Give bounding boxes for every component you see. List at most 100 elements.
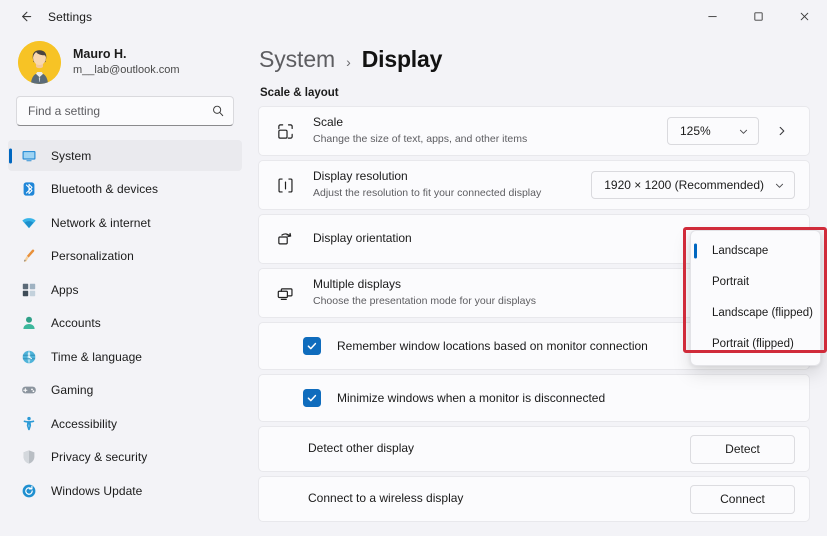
monitor-icon (20, 147, 38, 165)
person-icon (20, 314, 38, 332)
sidebar-item-apps[interactable]: Apps (8, 274, 242, 305)
sidebar-item-bluetooth-devices[interactable]: Bluetooth & devices (8, 174, 242, 205)
sidebar-item-label: System (51, 148, 92, 163)
resolution-dropdown[interactable]: 1920 × 1200 (Recommended) (591, 171, 795, 199)
title-bar: Settings (0, 0, 827, 33)
scale-dropdown[interactable]: 125% (667, 117, 759, 145)
maximize-icon (753, 11, 764, 22)
connect-button[interactable]: Connect (690, 484, 795, 514)
account-name: Mauro H. (73, 47, 127, 62)
row-title: Detect other display (308, 441, 415, 456)
detect-button[interactable]: Detect (690, 434, 795, 464)
row-minimize-windows[interactable]: Minimize windows when a monitor is disco… (259, 375, 809, 421)
row-subtitle: Change the size of text, apps, and other… (313, 132, 528, 145)
sidebar-item-accounts[interactable]: Accounts (8, 308, 242, 339)
sidebar-item-label: Gaming (51, 383, 94, 397)
back-button[interactable] (8, 4, 42, 30)
close-icon (799, 11, 810, 22)
sidebar-item-windows-update[interactable]: Windows Update (8, 475, 242, 506)
sidebar-item-privacy-security[interactable]: Privacy & security (8, 442, 242, 473)
orientation-option-label: Portrait (flipped) (712, 338, 794, 350)
sidebar-item-gaming[interactable]: Gaming (8, 375, 242, 406)
scale-expand-button[interactable] (769, 118, 795, 144)
row-subtitle: Adjust the resolution to fit your connec… (313, 186, 542, 199)
maximize-button[interactable] (735, 0, 781, 33)
checkbox-label: Minimize windows when a monitor is disco… (337, 391, 606, 405)
accessibility-icon (20, 415, 38, 433)
row-display-resolution[interactable]: Display resolution Adjust the resolution… (259, 161, 809, 209)
sidebar-item-label: Apps (51, 282, 79, 297)
breadcrumb-separator-icon: › (346, 54, 351, 70)
paintbrush-icon (20, 247, 38, 265)
account-email: m__lab@outlook.com (73, 63, 180, 76)
sidebar-item-network-internet[interactable]: Network & internet (8, 207, 242, 238)
chevron-right-icon (776, 125, 788, 137)
sidebar-item-label: Time & language (51, 349, 143, 364)
sidebar-nav: System Bluetooth & devices Network & int… (0, 140, 248, 509)
wifi-icon (20, 214, 38, 232)
sidebar-item-label: Personalization (51, 249, 134, 263)
sidebar-item-label: Bluetooth & devices (51, 182, 159, 196)
back-arrow-icon (18, 9, 33, 24)
multiple-displays-icon (274, 282, 296, 304)
sidebar: Mauro H. m__lab@outlook.com System (0, 33, 248, 536)
account-text: Mauro H. m__lab@outlook.com (73, 47, 180, 77)
section-heading-scale-layout: Scale & layout (260, 87, 339, 99)
bluetooth-icon (20, 180, 38, 198)
checkbox-remember-window-locations[interactable] (303, 337, 321, 355)
update-refresh-icon (20, 482, 38, 500)
rotate-orientation-icon (274, 228, 296, 250)
page-title: Display (361, 46, 443, 72)
chevron-down-icon (774, 180, 785, 191)
sidebar-item-label: Network & internet (51, 215, 151, 230)
window-controls (689, 0, 827, 33)
sidebar-item-label: Accounts (51, 316, 101, 330)
orientation-option-portrait[interactable]: Portrait (695, 267, 816, 297)
row-text: Connect to a wireless display (308, 491, 690, 507)
card-detect-other-display: Detect other display Detect (258, 426, 810, 472)
sidebar-item-accessibility[interactable]: Accessibility (8, 408, 242, 439)
sidebar-item-label: Accessibility (51, 416, 117, 431)
minimize-icon (707, 11, 718, 22)
sidebar-item-time-language[interactable]: Time & language (8, 341, 242, 372)
row-text: Display resolution Adjust the resolution… (313, 169, 591, 200)
window-title: Settings (48, 9, 93, 24)
orientation-option-label: Portrait (712, 276, 750, 288)
search-input[interactable] (16, 96, 234, 126)
minimize-button[interactable] (689, 0, 735, 33)
resolution-value: 1920 × 1200 (Recommended) (604, 178, 764, 192)
sidebar-item-label: Privacy & security (51, 450, 148, 464)
scale-value: 125% (680, 124, 711, 138)
chevron-down-icon (738, 126, 749, 137)
resolution-icon (274, 174, 296, 196)
sidebar-item-personalization[interactable]: Personalization (8, 241, 242, 272)
card-minimize-windows: Minimize windows when a monitor is disco… (258, 374, 810, 422)
row-text: Detect other display (308, 441, 690, 457)
clock-globe-icon (20, 348, 38, 366)
orientation-option-landscape-flipped[interactable]: Landscape (flipped) (695, 298, 816, 328)
sidebar-item-label: Windows Update (51, 483, 143, 498)
card-scale: Scale Change the size of text, apps, and… (258, 106, 810, 156)
apps-grid-icon (20, 281, 38, 299)
row-scale[interactable]: Scale Change the size of text, apps, and… (259, 107, 809, 155)
row-text: Scale Change the size of text, apps, and… (313, 115, 667, 146)
checkbox-label: Remember window locations based on monit… (337, 339, 648, 353)
orientation-dropdown-flyout: Landscape Portrait Landscape (flipped) P… (690, 230, 821, 366)
card-display-resolution: Display resolution Adjust the resolution… (258, 160, 810, 210)
row-title: Display resolution (313, 169, 408, 184)
orientation-option-label: Landscape (flipped) (712, 307, 814, 319)
shield-icon (20, 448, 38, 466)
settings-window: Settings Mauro H. m__lab@outlook.com Fin… (0, 0, 827, 536)
gamepad-icon (20, 381, 38, 399)
avatar (18, 41, 61, 84)
breadcrumb-parent[interactable]: System (259, 46, 335, 73)
row-connect-wireless-display: Connect to a wireless display Connect (259, 477, 809, 521)
orientation-option-label: Landscape (712, 245, 769, 257)
orientation-option-portrait-flipped[interactable]: Portrait (flipped) (695, 329, 816, 359)
sidebar-item-system[interactable]: System (8, 140, 242, 171)
checkbox-minimize-windows[interactable] (303, 389, 321, 407)
card-connect-wireless-display: Connect to a wireless display Connect (258, 476, 810, 522)
close-button[interactable] (781, 0, 827, 33)
account-header[interactable]: Mauro H. m__lab@outlook.com (0, 33, 248, 94)
orientation-option-landscape[interactable]: Landscape (695, 236, 816, 266)
